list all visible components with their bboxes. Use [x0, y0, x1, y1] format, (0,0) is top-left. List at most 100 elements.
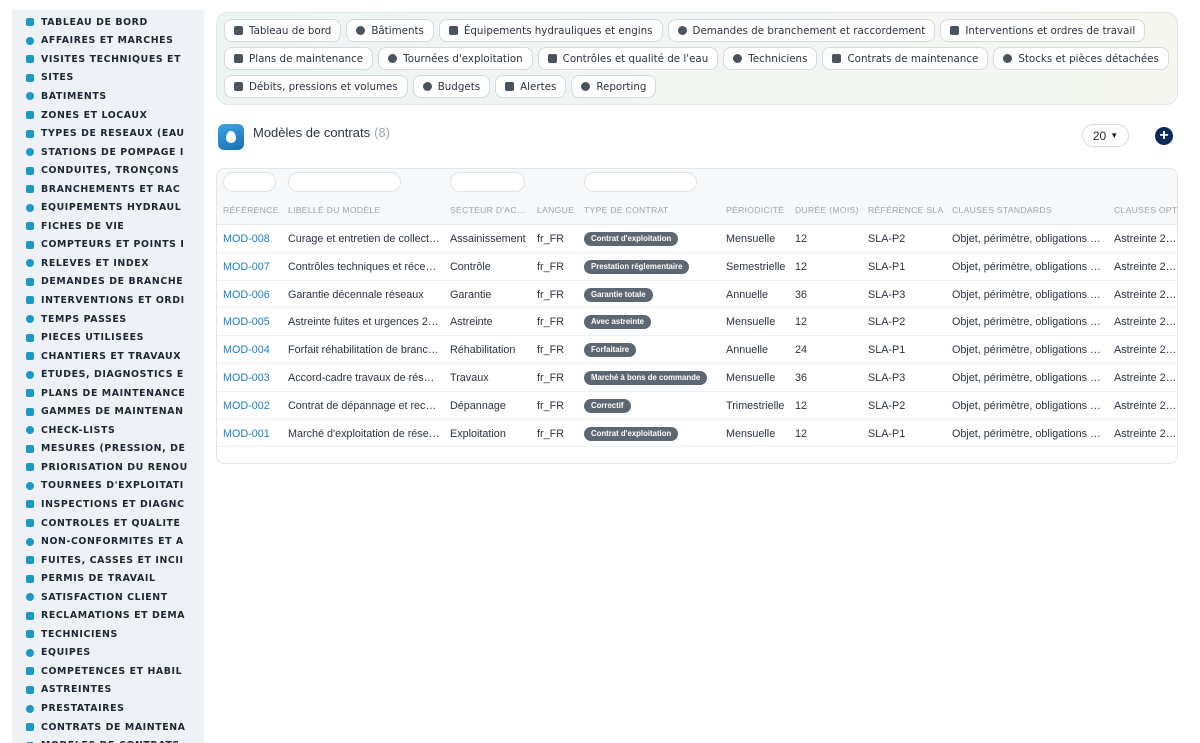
column-header-secteur[interactable]: SECTEUR D'AC… [450, 205, 526, 215]
top-nav-chip[interactable]: Alertes [495, 75, 567, 98]
sidebar-item[interactable]: CHANTIERS ET TRAVAUX [12, 347, 204, 366]
sidebar-item[interactable]: PRIORISATION DU RENOU [12, 458, 204, 477]
sidebar-item[interactable]: ÉTUDES, DIAGNOSTICS E [12, 365, 204, 384]
sidebar-item[interactable]: PERMIS DE TRAVAIL [12, 569, 204, 588]
top-nav-chip[interactable]: Plans de maintenance [224, 47, 374, 70]
filter-reference-input[interactable] [223, 172, 276, 192]
cell-clauses: Objet, périmètre, obligations … [952, 399, 1101, 412]
cell-reference[interactable]: MOD-001 [223, 428, 283, 440]
sidebar-item[interactable]: COMPTEURS ET POINTS I [12, 236, 204, 255]
column-header-clauses[interactable]: CLAUSES STANDARDS [952, 205, 1052, 215]
top-nav-chip[interactable]: Interventions et ordres de travail [940, 19, 1146, 42]
table-row[interactable]: MOD-001 Marché d'exploitation de rése… Exp… [217, 420, 1177, 448]
sidebar-item-label: DEMANDES DE BRANCHE [41, 276, 184, 288]
top-nav-chip[interactable]: Débits, pressions et volumes [224, 75, 408, 98]
cell-reference[interactable]: MOD-008 [223, 233, 283, 245]
sidebar-item[interactable]: DEMANDES DE BRANCHE [12, 273, 204, 292]
sidebar-item[interactable]: PLANS DE MAINTENANCE [12, 384, 204, 403]
top-nav-chip[interactable]: Contrôles et qualité de l'eau [537, 47, 719, 70]
sidebar-item[interactable]: MODÈLES DE CONTRATS [12, 736, 204, 743]
sidebar-item[interactable]: NON-CONFORMITÉS ET A [12, 532, 204, 551]
sidebar-item[interactable]: TABLEAU DE BORD [12, 13, 204, 32]
sidebar-item[interactable]: CONDUITES, TRONÇONS [12, 161, 204, 180]
per-page-select[interactable]: 20 ▼ [1082, 124, 1129, 147]
table-row[interactable]: MOD-005 Astreinte fuites et urgences 2… As… [217, 308, 1177, 337]
top-nav-chip[interactable]: Équipements hydrauliques et engins [438, 19, 663, 42]
column-header-duree[interactable]: DURÉE (MOIS) [795, 205, 859, 215]
hard-hat-icon [24, 629, 35, 640]
cell-reference[interactable]: MOD-003 [223, 372, 283, 384]
cell-reference[interactable]: MOD-002 [223, 400, 283, 412]
sidebar-item[interactable]: STATIONS DE POMPAGE I [12, 143, 204, 162]
sidebar-item[interactable]: RÉCLAMATIONS ET DEMA [12, 607, 204, 626]
cell-reference[interactable]: MOD-007 [223, 261, 283, 273]
sidebar-item[interactable]: RELEVÉS ET INDEX [12, 254, 204, 273]
sidebar-item-label: TEMPS PASSÉS [41, 313, 127, 325]
filter-type-input[interactable] [584, 172, 697, 192]
sidebar-item[interactable]: SATISFACTION CLIENT [12, 588, 204, 607]
sidebar-item[interactable]: ÉQUIPES [12, 644, 204, 663]
sidebar-item[interactable]: BRANCHEMENTS ET RAC [12, 180, 204, 199]
top-nav-chip[interactable]: Tournées d'exploitation [378, 47, 533, 70]
sidebar-item[interactable]: BÂTIMENTS [12, 87, 204, 106]
table-row[interactable]: MOD-003 Accord-cadre travaux de rése… Trav… [217, 364, 1177, 392]
top-nav-chip[interactable]: Reporting [571, 75, 657, 98]
top-nav-chip[interactable]: Contrats de maintenance [822, 47, 989, 70]
cell-libelle: Accord-cadre travaux de rése… [288, 371, 440, 384]
sidebar-item[interactable]: VISITES TECHNIQUES ET [12, 50, 204, 69]
sidebar-item[interactable]: CONTRATS DE MAINTENA [12, 718, 204, 737]
list-icon [24, 406, 35, 417]
sidebar-item[interactable]: SITES [12, 69, 204, 88]
column-header-options[interactable]: CLAUSES OPTI [1114, 205, 1177, 215]
sidebar-item[interactable]: PIÈCES UTILISÉES [12, 328, 204, 347]
cell-reference[interactable]: MOD-006 [223, 289, 283, 301]
sidebar-item-label: TECHNICIENS [41, 628, 118, 640]
cell-reference[interactable]: MOD-005 [223, 316, 283, 328]
sidebar-item[interactable]: ZONES ET LOCAUX [12, 106, 204, 125]
cell-reference[interactable]: MOD-004 [223, 344, 283, 356]
sidebar-item-label: CHANTIERS ET TRAVAUX [41, 350, 182, 362]
sidebar-item[interactable]: ASTREINTES [12, 681, 204, 700]
sidebar-item[interactable]: INTERVENTIONS ET ORDI [12, 291, 204, 310]
top-nav-chip[interactable]: Demandes de branchement et raccordement [667, 19, 936, 42]
top-nav-chip[interactable]: Tableau de bord [224, 19, 342, 42]
column-header-libelle[interactable]: LIBELLÉ DU MODÈLE [288, 205, 381, 215]
column-header-type[interactable]: TYPE DE CONTRAT [584, 205, 669, 215]
sidebar-item[interactable]: INSPECTIONS ET DIAGNC [12, 495, 204, 514]
top-nav-chip[interactable]: Stocks et pièces détachées [993, 47, 1169, 70]
top-nav-chip[interactable]: Bâtiments [346, 19, 434, 42]
top-nav-chip[interactable]: Techniciens [723, 47, 818, 70]
sidebar-item[interactable]: TOURNÉES D'EXPLOITATI [12, 477, 204, 496]
sidebar-item[interactable]: PRESTATAIRES [12, 699, 204, 718]
sidebar-item[interactable]: ÉQUIPEMENTS HYDRAUL [12, 198, 204, 217]
sidebar-item[interactable]: TEMPS PASSÉS [12, 310, 204, 329]
sidebar-item[interactable]: GAMMES DE MAINTENAN [12, 402, 204, 421]
cell-sla: SLA-P2 [868, 399, 906, 412]
column-header-periodicite[interactable]: PÉRIODICITÉ [726, 205, 784, 215]
table-row[interactable]: MOD-004 Forfait réhabilitation de branc… R… [217, 336, 1177, 364]
filter-libelle-input[interactable] [288, 172, 401, 192]
column-header-sla[interactable]: RÉFÉRENCE SLA [868, 205, 944, 215]
sidebar-item[interactable]: TYPES DE RÉSEAUX (EAU [12, 124, 204, 143]
add-record-button[interactable]: + [1155, 127, 1173, 145]
sidebar-item[interactable]: AFFAIRES ET MARCHÉS [12, 32, 204, 51]
table-row[interactable]: MOD-006 Garantie décennale réseaux Garanti… [217, 281, 1177, 309]
filter-secteur-input[interactable] [450, 172, 525, 192]
sidebar-item[interactable]: CHECK-LISTS [12, 421, 204, 440]
sidebar-item[interactable]: FICHES DE VIE [12, 217, 204, 236]
sidebar-item[interactable]: FUITES, CASSES ET INCII [12, 551, 204, 570]
sidebar-item[interactable]: CONTRÔLES ET QUALITÉ [12, 514, 204, 533]
sidebar-item-label: CHECK-LISTS [41, 424, 116, 436]
column-header-reference[interactable]: RÉFÉRENCE [223, 205, 279, 215]
sidebar-item[interactable]: MESURES (PRESSION, DÉ [12, 440, 204, 459]
sidebar-item[interactable]: TECHNICIENS [12, 625, 204, 644]
table-row[interactable]: MOD-002 Contrat de dépannage et rec… Dépan… [217, 392, 1177, 420]
icon-shape [25, 648, 34, 657]
table-row[interactable]: MOD-008 Curage et entretien de collect… As… [217, 225, 1177, 253]
table-row[interactable]: MOD-007 Contrôles techniques et récep… Con… [217, 253, 1177, 281]
certificate-icon [24, 666, 35, 677]
top-nav-chip[interactable]: Budgets [412, 75, 491, 98]
sidebar-item[interactable]: COMPÉTENCES ET HABIL [12, 662, 204, 681]
page-title-text: Modèles de contrats [253, 125, 371, 140]
column-header-langue[interactable]: LANGUE [537, 205, 574, 215]
